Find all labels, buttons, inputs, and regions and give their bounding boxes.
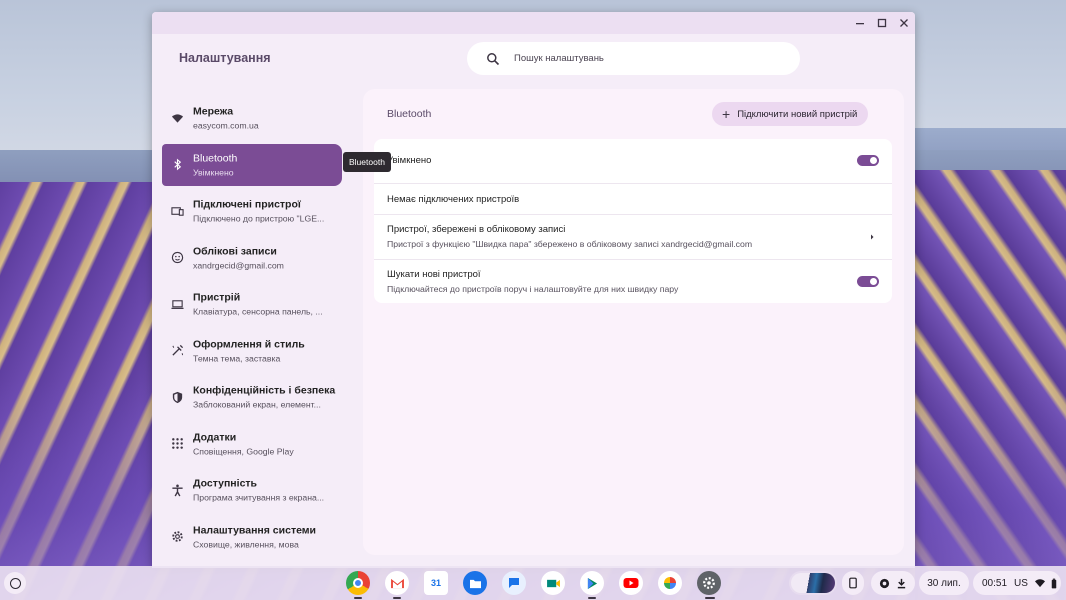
tooltip: Bluetooth	[343, 152, 391, 172]
battery-icon	[1051, 578, 1057, 588]
sidebar-item-label: Підключені пристрої	[193, 198, 301, 211]
search-box[interactable]: Пошук налаштувань	[467, 42, 800, 75]
chrome-icon[interactable]	[346, 571, 370, 595]
sidebar-item-sublabel: Сповіщення, Google Play	[193, 446, 294, 457]
keyboard-layout: US	[1014, 577, 1028, 589]
sidebar-item-label: Bluetooth	[193, 152, 238, 164]
gear-icon	[172, 531, 183, 542]
sidebar-item-sublabel: Сховище, живлення, мова	[193, 539, 299, 550]
bluetooth-enabled-label: Увімкнено	[387, 155, 432, 166]
title-bar[interactable]	[152, 12, 915, 34]
sidebar-item-label: Конфіденційність і безпека	[193, 384, 336, 397]
bluetooth-icon	[174, 158, 182, 171]
bluetooth-toggle[interactable]	[857, 155, 879, 166]
sidebar: Мережа easycom.com.ua Bluetooth Увімкнен…	[162, 95, 342, 560]
plus-icon: +	[722, 106, 731, 122]
saved-devices-label: Пристрої, збережені в обліковому записі	[387, 224, 566, 235]
sidebar-item-accessibility[interactable]: Доступність Програма зчитування з екрана…	[162, 467, 342, 514]
sidebar-item-sublabel: Клавіатура, сенсорна панель, ...	[193, 306, 323, 317]
accessibility-icon	[172, 484, 183, 497]
find-new-devices-sublabel: Підключайтеся до пристроїв поруч і налаш…	[387, 284, 679, 294]
launcher-icon	[9, 577, 21, 589]
files-icon[interactable]	[463, 571, 487, 595]
saved-devices-sublabel: Пристрої з функцією "Швидка пара" збереж…	[387, 239, 753, 249]
wifi-status-icon	[1034, 579, 1045, 588]
bluetooth-settings-card: Увімкнено Немає підключених пристроїв Пр…	[374, 139, 892, 303]
maximize-icon[interactable]	[873, 15, 891, 31]
sidebar-item-sublabel: Увімкнено	[193, 167, 234, 177]
sidebar-item-label: Мережа	[193, 105, 234, 118]
page-title: Налаштування	[179, 51, 271, 65]
sidebar-item-label: Пристрій	[193, 291, 241, 304]
launcher-button[interactable]	[4, 572, 26, 594]
connected-devices-icon	[171, 206, 184, 216]
phone-icon	[849, 577, 857, 589]
sidebar-item-accounts[interactable]: Облікові записи xandrgecid@gmail.com	[162, 235, 342, 282]
sidebar-item-personalization[interactable]: Оформлення й стиль Темна тема, заставка	[162, 328, 342, 375]
date-button[interactable]: 30 лип.	[919, 571, 969, 595]
sidebar-item-bluetooth[interactable]: Bluetooth Увімкнено	[162, 143, 342, 186]
sidebar-item-network[interactable]: Мережа easycom.com.ua	[162, 95, 342, 142]
settings-window: Налаштування Пошук налаштувань Мережа ea…	[152, 12, 915, 568]
calendar-icon[interactable]: 31	[424, 571, 448, 595]
sidebar-item-label: Налаштування системи	[193, 524, 317, 537]
search-icon	[487, 52, 500, 65]
clock: 00:51	[982, 577, 1008, 589]
holding-space-tray[interactable]	[789, 571, 837, 595]
search-input[interactable]: Пошук налаштувань	[514, 53, 604, 64]
find-new-devices-row[interactable]: Шукати нові пристрої Підключайтеся до пр…	[374, 260, 892, 303]
account-icon	[171, 252, 184, 264]
wifi-icon	[171, 114, 184, 123]
date-label: 30 лип.	[927, 577, 961, 589]
bluetooth-enabled-row[interactable]: Увімкнено	[374, 139, 892, 183]
find-new-devices-label: Шукати нові пристрої	[387, 269, 481, 280]
pair-new-device-label: Підключити новий пристрій	[737, 108, 858, 120]
sidebar-item-label: Додатки	[193, 431, 237, 444]
notifications-tray[interactable]	[871, 571, 915, 595]
sidebar-item-sublabel: Програма зчитування з екрана...	[193, 492, 325, 503]
minimize-icon[interactable]	[851, 15, 869, 31]
sidebar-item-sublabel: Темна тема, заставка	[193, 353, 281, 364]
settings-app-icon[interactable]	[697, 571, 721, 595]
apps-grid-icon	[172, 438, 183, 450]
sidebar-item-sublabel: Підключено до пристрою "LGE...	[193, 213, 325, 224]
sidebar-item-label: Доступність	[193, 477, 258, 490]
meet-icon[interactable]	[541, 571, 565, 595]
section-title: Bluetooth	[387, 108, 432, 120]
download-icon	[897, 578, 906, 588]
palette-icon	[172, 345, 184, 356]
thumbnail-icon	[791, 573, 835, 593]
no-devices-row: Немає підключених пристроїв	[374, 184, 892, 214]
laptop-icon	[171, 299, 184, 309]
bluetooth-panel: Bluetooth + Підключити новий пристрій Ув…	[363, 89, 904, 555]
sidebar-item-system[interactable]: Налаштування системи Сховище, живлення, …	[162, 514, 342, 561]
photos-icon[interactable]	[658, 571, 682, 595]
sidebar-item-sublabel: xandrgecid@gmail.com	[193, 260, 284, 271]
sidebar-item-sublabel: easycom.com.ua	[193, 120, 259, 131]
gmail-icon[interactable]	[385, 571, 409, 595]
close-icon[interactable]	[895, 15, 913, 31]
sidebar-item-apps[interactable]: Додатки Сповіщення, Google Play	[162, 421, 342, 468]
sidebar-item-label: Облікові записи	[193, 245, 277, 258]
sidebar-item-sublabel: Заблокований екран, елемент...	[193, 399, 321, 410]
sidebar-item-device[interactable]: Пристрій Клавіатура, сенсорна панель, ..…	[162, 281, 342, 328]
find-new-devices-toggle[interactable]	[857, 276, 879, 287]
screen-record-icon	[879, 578, 890, 588]
saved-devices-row[interactable]: Пристрої, збережені в обліковому записі …	[374, 215, 892, 259]
sidebar-item-label: Оформлення й стиль	[193, 338, 305, 351]
chevron-right-icon	[871, 234, 874, 240]
status-area[interactable]: 00:51 US	[973, 571, 1061, 595]
sidebar-item-connected-devices[interactable]: Підключені пристрої Підключено до пристр…	[162, 188, 342, 235]
youtube-icon[interactable]	[619, 571, 643, 595]
shelf: 31 30 лип. 00:51 US	[0, 566, 1066, 600]
no-devices-label: Немає підключених пристроїв	[387, 194, 520, 205]
shield-icon	[172, 391, 183, 403]
phone-hub-button[interactable]	[842, 571, 864, 595]
sidebar-item-privacy[interactable]: Конфіденційність і безпека Заблокований …	[162, 374, 342, 421]
play-store-icon[interactable]	[580, 571, 604, 595]
pair-new-device-button[interactable]: + Підключити новий пристрій	[712, 102, 869, 126]
messages-icon[interactable]	[502, 571, 526, 595]
